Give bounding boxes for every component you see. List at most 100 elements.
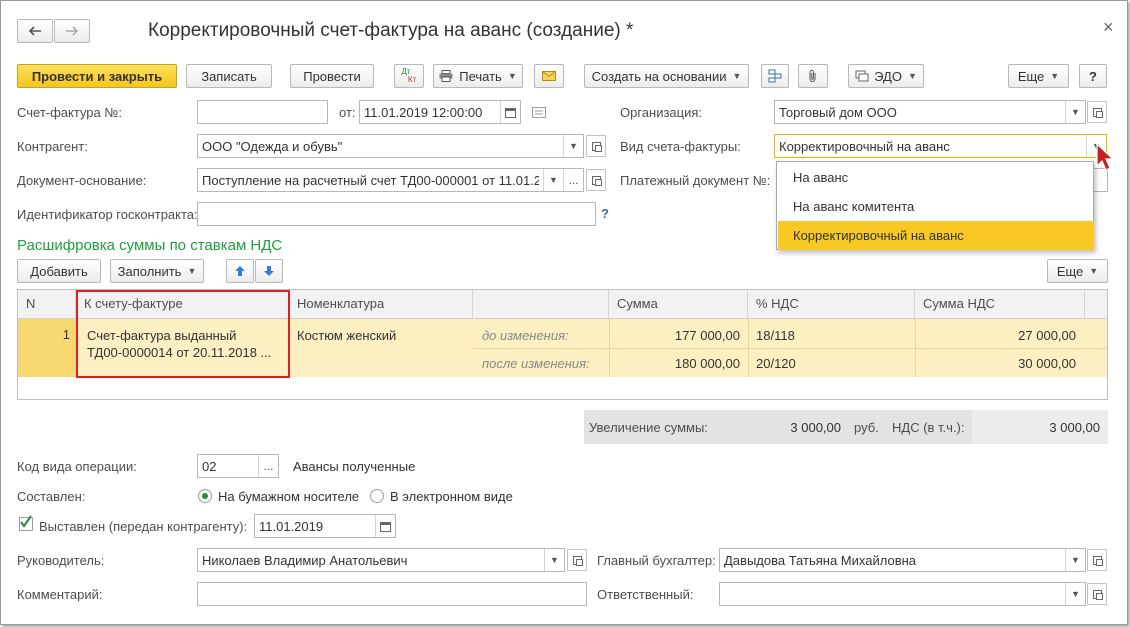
base-document-open-button[interactable] — [586, 169, 606, 191]
window-title: Корректировочный счет-фактура на аванс (… — [148, 20, 634, 41]
save-button[interactable]: Записать — [186, 64, 272, 88]
chevron-down-icon[interactable]: ▼ — [1065, 549, 1085, 571]
chevron-down-icon[interactable]: ▼ — [1065, 101, 1085, 123]
chevron-down-icon[interactable]: ▼ — [563, 135, 583, 157]
edo-label: ЭДО — [874, 68, 902, 84]
arrow-up-icon — [235, 266, 245, 276]
col-vat-sum[interactable]: Сумма НДС — [915, 290, 1085, 318]
organization-open-button[interactable] — [1087, 101, 1107, 123]
create-based-on-button[interactable]: Создать на основании ▼ — [584, 64, 749, 88]
op-code-description: Авансы полученные — [293, 459, 416, 474]
organization-field[interactable]: Торговый дом ООО ▼ — [774, 100, 1086, 124]
responsible-open-button[interactable] — [1087, 583, 1107, 605]
gov-contract-label: Идентификатор госконтракта: — [17, 207, 198, 222]
invoice-type-label: Вид счета-фактуры: — [620, 139, 741, 154]
paper-radio[interactable] — [198, 489, 212, 503]
col-change[interactable] — [473, 290, 609, 318]
issued-label[interactable]: Выставлен (передан контрагенту): — [39, 519, 247, 534]
op-code-label: Код вида операции: — [17, 459, 137, 474]
select-ellipsis-button[interactable]: ... — [258, 455, 278, 477]
chevron-down-icon: ▼ — [1089, 266, 1099, 276]
paper-option-label[interactable]: На бумажном носителе — [218, 489, 359, 504]
counterparty-value: ООО "Одежда и обувь" — [202, 138, 343, 154]
op-code-value: 02 — [202, 458, 217, 474]
help-icon[interactable]: ? — [601, 206, 609, 221]
responsible-field[interactable]: ▼ — [719, 582, 1086, 606]
table-more-button[interactable]: Еще ▼ — [1047, 259, 1108, 283]
vat-table: N К счету-фактуре Номенклатура Сумма % Н… — [17, 289, 1108, 400]
more-label: Еще — [1017, 68, 1045, 84]
chevron-down-icon: ▼ — [907, 71, 917, 81]
structure-button[interactable] — [761, 64, 789, 88]
move-up-button[interactable] — [226, 259, 254, 283]
date-field[interactable]: 11.01.2019 12:00:00 — [359, 100, 521, 124]
calendar-icon[interactable] — [500, 101, 520, 123]
arrow-right-icon — [66, 26, 79, 36]
rate-after: 20/120 — [756, 356, 796, 371]
move-down-button[interactable] — [255, 259, 283, 283]
invoice-type-field[interactable]: Корректировочный на аванс ▼ — [774, 134, 1107, 158]
edo-icon — [855, 70, 869, 82]
forward-button[interactable] — [54, 19, 90, 43]
base-document-value: Поступление на расчетный счет ТД00-00000… — [202, 172, 539, 188]
post-and-close-button[interactable]: Провести и закрыть — [17, 64, 177, 88]
open-icon — [1092, 107, 1103, 118]
email-button[interactable] — [534, 64, 564, 88]
electronic-radio[interactable] — [370, 489, 384, 503]
date-from-label: от: — [339, 105, 356, 120]
chief-accountant-label: Главный бухгалтер: — [597, 553, 716, 568]
more-button[interactable]: Еще ▼ — [1008, 64, 1069, 88]
col-vat-rate[interactable]: % НДС — [748, 290, 915, 318]
op-code-field[interactable]: 02 ... — [197, 454, 279, 478]
chief-accountant-field[interactable]: Давыдова Татьяна Михайловна ▼ — [719, 548, 1086, 572]
edo-button[interactable]: ЭДО ▼ — [848, 64, 924, 88]
gov-contract-field[interactable] — [197, 202, 596, 226]
open-icon — [1092, 589, 1103, 600]
counterparty-field[interactable]: ООО "Одежда и обувь" ▼ — [197, 134, 584, 158]
calendar-icon[interactable] — [375, 515, 395, 537]
invoice-no-field[interactable] — [197, 100, 328, 124]
dropdown-item[interactable]: На аванс — [778, 163, 1094, 192]
invoice-type-value: Корректировочный на аванс — [779, 138, 950, 154]
dt-kt-button[interactable]: Дт Кт — [394, 64, 424, 88]
col-item[interactable]: Номенклатура — [289, 290, 473, 318]
organization-value: Торговый дом ООО — [779, 104, 897, 120]
comment-field[interactable] — [197, 582, 587, 606]
electronic-option-label[interactable]: В электронном виде — [390, 489, 513, 504]
col-sum[interactable]: Сумма — [609, 290, 748, 318]
post-button[interactable]: Провести — [290, 64, 374, 88]
vat-total-label: НДС (в т.ч.): — [892, 420, 965, 435]
issued-date-field[interactable]: 11.01.2019 — [254, 514, 396, 538]
open-icon — [1092, 555, 1103, 566]
print-button[interactable]: Печать ▼ — [433, 64, 523, 88]
dropdown-item-selected[interactable]: Корректировочный на аванс — [778, 221, 1094, 250]
attach-button[interactable] — [798, 64, 828, 88]
select-ellipsis-button[interactable]: ... — [563, 169, 583, 191]
dropdown-item[interactable]: На аванс комитента — [778, 192, 1094, 221]
payment-document-label: Платежный документ №: — [620, 173, 771, 188]
kt-label: Кт — [407, 75, 417, 84]
head-field[interactable]: Николаев Владимир Анатольевич ▼ — [197, 548, 565, 572]
col-n[interactable]: N — [18, 290, 76, 318]
back-button[interactable] — [17, 19, 53, 43]
chevron-down-icon[interactable]: ▼ — [544, 549, 564, 571]
history-icon[interactable] — [532, 106, 546, 121]
chevron-down-icon[interactable]: ▼ — [1065, 583, 1085, 605]
chief-accountant-open-button[interactable] — [1087, 549, 1107, 571]
chevron-down-icon[interactable]: ▼ — [543, 169, 563, 191]
help-button[interactable]: ? — [1079, 64, 1107, 88]
head-open-button[interactable] — [567, 549, 587, 571]
close-icon[interactable]: × — [1103, 17, 1114, 38]
chief-accountant-value: Давыдова Татьяна Михайловна — [724, 552, 917, 568]
head-label: Руководитель: — [17, 553, 105, 568]
invoice-cell-highlight — [76, 290, 290, 378]
print-label: Печать — [459, 68, 502, 84]
add-button[interactable]: Добавить — [17, 259, 101, 283]
counterparty-open-button[interactable] — [586, 135, 606, 157]
issued-checkbox[interactable] — [19, 515, 33, 531]
sum-after: 180 000,00 — [674, 356, 740, 371]
base-document-field[interactable]: Поступление на расчетный счет ТД00-00000… — [197, 168, 584, 192]
rate-before: 18/118 — [756, 328, 795, 343]
fill-button[interactable]: Заполнить ▼ — [110, 259, 204, 283]
issued-date-value: 11.01.2019 — [259, 518, 324, 534]
